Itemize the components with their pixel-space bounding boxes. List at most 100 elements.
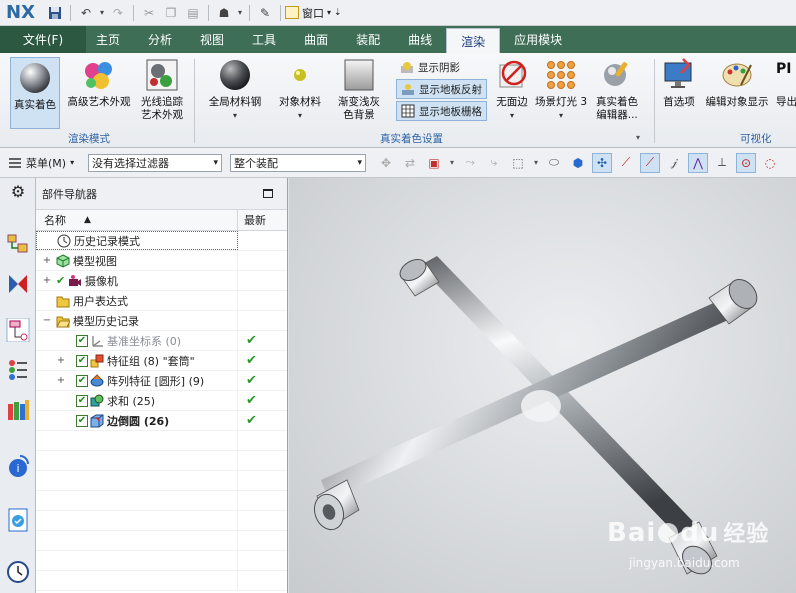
window-menu[interactable]: 窗口 ▾ ⇣ (285, 5, 342, 21)
chevron-down-icon: ▾ (213, 157, 218, 168)
edit-object-display-button[interactable]: 编辑对象显示 (702, 57, 772, 109)
no-face-edges-button[interactable]: 无面边 ▾ (492, 57, 532, 122)
graphics-window[interactable]: Bai du 经验 jingyan.baidu.com (289, 178, 796, 593)
expand-icon[interactable]: + (42, 275, 52, 286)
tree-row-pattern-feature[interactable]: + ✔ 阵列特征 [圆形] (9) ✔ (36, 371, 287, 391)
ray-traced-studio-button[interactable]: 光线追踪 艺术外观 (136, 57, 188, 122)
rectangle-select-icon[interactable]: ⬚ (508, 153, 528, 173)
chevron-down-icon[interactable]: ▾ (448, 153, 456, 173)
group-expand-icon[interactable]: ▾ (636, 133, 640, 142)
show-shadows-button[interactable]: 显示阴影 (396, 57, 464, 77)
visibility-checkbox[interactable]: ✔ (76, 334, 88, 347)
tab-analysis[interactable]: 分析 (134, 26, 186, 53)
touch-dropdown-icon[interactable]: ▾ (236, 3, 244, 23)
cut-icon[interactable]: ✂ (139, 3, 159, 23)
advanced-studio-button[interactable]: 高级艺术外观 (64, 57, 134, 109)
collapse-icon[interactable]: − (42, 315, 52, 326)
tree-row-feature-group[interactable]: + ✔ 特征组 (8) "套筒" ✔ (36, 351, 287, 371)
tree-row-cameras[interactable]: + ✔ 摄像机 (36, 271, 287, 291)
menu-button[interactable]: 菜单(M) ▾ (0, 155, 88, 171)
visibility-checkbox[interactable]: ✔ (76, 414, 88, 427)
column-latest-header[interactable]: 最新 (238, 210, 287, 230)
true-shading-button[interactable]: 真实着色 (10, 57, 60, 129)
global-materials-button[interactable]: 全局材料钢 ▾ (202, 57, 268, 122)
column-name-header[interactable]: 名称 ▲ (36, 210, 238, 230)
arc-center-icon[interactable]: ⟂ (712, 153, 732, 173)
chevron-down-icon[interactable]: ▾ (532, 153, 540, 173)
expand-icon[interactable]: + (56, 375, 66, 386)
tree-row-model-views[interactable]: + 模型视图 (36, 251, 287, 271)
select-features-icon[interactable]: ⤳ (460, 153, 480, 173)
select-face-icon[interactable]: ⬭ (544, 153, 564, 173)
web-browser-icon[interactable]: i (6, 454, 30, 478)
redo-icon[interactable]: ↷ (108, 3, 128, 23)
tab-file[interactable]: 文件(F) (0, 26, 86, 53)
resource-bar: ⚙ i (0, 178, 36, 593)
tab-curve[interactable]: 曲线 (394, 26, 446, 53)
touch-mode-icon[interactable]: ☗ (214, 3, 234, 23)
group-divider (654, 59, 655, 143)
end-point-icon[interactable]: ⟋ (616, 153, 636, 173)
mid-point-icon[interactable]: ⟋ (640, 152, 660, 173)
tab-assembly[interactable]: 装配 (342, 26, 394, 53)
paste-icon[interactable]: ▤ (183, 3, 203, 23)
tree-row-model-history[interactable]: − 模型历史记录 (36, 311, 287, 331)
visibility-checkbox[interactable]: ✔ (76, 374, 88, 387)
object-materials-button[interactable]: 对象材料 ▾ (272, 57, 328, 122)
snap-point-icon[interactable]: ✣ (592, 152, 612, 173)
clock-icon[interactable] (6, 560, 30, 584)
customize-qat-icon[interactable]: ⇣ (334, 8, 342, 18)
assembly-selection-icon[interactable]: ⇄ (400, 153, 420, 173)
export-button[interactable]: PI 导出 (776, 57, 796, 109)
scene-light-button[interactable]: 场景灯光 3 ▾ (532, 57, 590, 122)
separator (133, 4, 134, 21)
copy-icon[interactable]: ❐ (161, 3, 181, 23)
settings-gear-icon[interactable]: ⚙ (6, 182, 30, 206)
tree-row-history-mode[interactable]: 历史记录模式 (36, 231, 287, 251)
intersection-icon[interactable]: ⋀ (688, 152, 708, 173)
tab-render[interactable]: 渲染 (446, 28, 501, 53)
general-selection-icon[interactable]: ✥ (376, 153, 396, 173)
tab-applications[interactable]: 应用模块 (500, 26, 576, 53)
select-components-icon[interactable]: ⤷ (484, 153, 504, 173)
visibility-checkbox[interactable]: ✔ (76, 354, 88, 367)
existing-point-icon[interactable]: ◌ (760, 153, 780, 173)
hd3d-tools-icon[interactable] (6, 398, 30, 422)
visibility-checkbox[interactable]: ✔ (76, 394, 88, 407)
undo-icon[interactable]: ↶ (76, 3, 96, 23)
preferences-button[interactable]: 首选项 (660, 57, 698, 109)
undo-dropdown-icon[interactable]: ▾ (98, 3, 106, 23)
part-navigator-icon[interactable] (6, 318, 30, 342)
reuse-library-icon[interactable] (6, 358, 30, 382)
repeat-command-icon[interactable]: ✎ (255, 3, 275, 23)
tree-row-datum-csys[interactable]: ✔ 基准坐标系 (0) ✔ (36, 331, 287, 351)
tab-tools[interactable]: 工具 (238, 26, 290, 53)
tab-view[interactable]: 视图 (186, 26, 238, 53)
expand-icon[interactable]: + (56, 355, 66, 366)
lights-icon (547, 61, 575, 89)
true-shading-editor-button[interactable]: 真实着色 编辑器... (592, 57, 642, 122)
monitor-icon (664, 58, 692, 88)
show-floor-grid-button[interactable]: 显示地板栅格 (396, 101, 487, 121)
tree-row-edge-blend[interactable]: ✔ 边倒圆 (26) ✔ (36, 411, 287, 431)
control-point-icon[interactable]: 𝒿 (664, 153, 684, 173)
show-floor-reflection-button[interactable]: 显示地板反射 (396, 79, 487, 99)
tree-row-user-expressions[interactable]: 用户表达式 (36, 291, 287, 311)
feature-selection-icon[interactable]: ▣ (424, 153, 444, 173)
constraint-navigator-icon[interactable] (6, 272, 30, 296)
selection-scope-select[interactable]: 整个装配 ▾ (230, 153, 366, 172)
quadrant-point-icon[interactable]: ⊙ (736, 152, 756, 173)
tree-row-unite[interactable]: ✔ 求和 (25) ✔ (36, 391, 287, 411)
select-body-icon[interactable]: ⬢ (568, 153, 588, 173)
maximize-icon[interactable] (263, 189, 273, 198)
save-icon[interactable] (45, 3, 65, 23)
gradient-background-button[interactable]: 渐变浅灰 色背景 (332, 57, 386, 122)
tab-surface[interactable]: 曲面 (290, 26, 342, 53)
history-palette-icon[interactable] (6, 508, 30, 532)
assembly-navigator-icon[interactable] (6, 232, 30, 256)
tab-home[interactable]: 主页 (86, 26, 134, 53)
color-spheres-icon (85, 62, 112, 89)
expand-icon[interactable]: + (42, 255, 52, 266)
up-to-date-checkmark-icon: ✔ (246, 393, 257, 408)
type-filter-select[interactable]: 没有选择过滤器 ▾ (88, 153, 222, 172)
